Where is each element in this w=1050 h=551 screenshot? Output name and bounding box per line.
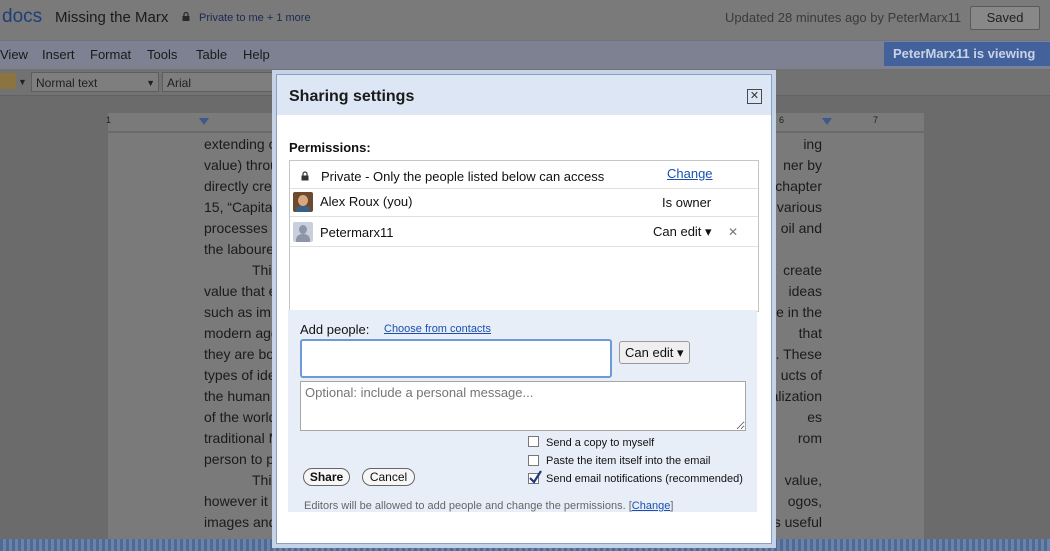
document-text-line: that bbox=[798, 325, 822, 341]
menu-table[interactable]: Table bbox=[196, 47, 227, 62]
document-text-line: directly cre bbox=[204, 178, 272, 194]
send-copy-label: Send a copy to myself bbox=[546, 437, 655, 449]
dialog-title: Sharing settings bbox=[289, 88, 415, 105]
choose-from-contacts-link[interactable]: Choose from contacts bbox=[384, 323, 491, 335]
list-item: Alex Roux (you) Is owner bbox=[290, 189, 758, 217]
font-select[interactable]: Arial bbox=[162, 72, 276, 92]
document-text-line: f various bbox=[769, 199, 822, 215]
document-text-line: This bbox=[252, 472, 279, 488]
person-name: Alex Roux (you) bbox=[320, 194, 413, 209]
document-text-line: they are bo bbox=[204, 346, 275, 362]
person-name: Petermarx11 bbox=[320, 225, 394, 240]
menu-insert[interactable]: Insert bbox=[42, 47, 75, 62]
personal-message-input[interactable] bbox=[300, 381, 746, 431]
lock-icon bbox=[182, 12, 190, 21]
privacy-status[interactable]: Private to me + 1 more bbox=[199, 12, 311, 24]
chevron-down-icon: ▼ bbox=[146, 78, 155, 88]
list-item: Petermarx11 Can edit ▾ ✕ bbox=[290, 218, 758, 247]
menu-view[interactable]: View bbox=[0, 47, 28, 62]
visibility-text: Private - Only the people listed below c… bbox=[321, 169, 605, 184]
document-text-line: however it bbox=[204, 493, 268, 509]
last-updated: Updated 28 minutes ago by PeterMarx11 bbox=[725, 10, 962, 25]
document-text-line: value, bbox=[784, 472, 822, 488]
document-text-line: rom bbox=[797, 430, 822, 446]
indent-marker-icon[interactable] bbox=[199, 118, 209, 126]
docs-logo[interactable]: docs bbox=[2, 6, 42, 28]
add-role-dropdown[interactable]: Can edit ▾ bbox=[619, 341, 690, 364]
document-text-line: . These bbox=[775, 346, 822, 362]
ruler-number: 7 bbox=[873, 115, 879, 125]
permissions-list: Private - Only the people listed below c… bbox=[289, 160, 759, 312]
document-text-line: ogos, bbox=[787, 493, 822, 509]
checkmark-icon bbox=[529, 470, 542, 484]
role-dropdown[interactable]: Can edit ▾ bbox=[653, 224, 712, 240]
document-text-line: such as im bbox=[204, 304, 271, 320]
list-item: Private - Only the people listed below c… bbox=[290, 161, 758, 189]
menu-format[interactable]: Format bbox=[90, 47, 131, 62]
chevron-down-icon[interactable]: ▼ bbox=[18, 77, 27, 87]
document-text-line: the laboure bbox=[204, 241, 275, 257]
document-text-line: extending c bbox=[204, 136, 276, 152]
notify-checkbox[interactable] bbox=[528, 470, 542, 484]
document-text-line: chapter bbox=[775, 178, 822, 194]
footnote-text: Editors will be allowed to add people an… bbox=[304, 500, 626, 512]
close-icon[interactable]: ✕ bbox=[747, 89, 762, 104]
document-text-line: of the world bbox=[204, 409, 277, 425]
document-text-line: ner by bbox=[783, 157, 822, 173]
document-title[interactable]: Missing the Marx bbox=[55, 9, 168, 26]
notify-label: Send email notifications (recommended) bbox=[546, 473, 743, 485]
document-text-line: 15, “Capita bbox=[204, 199, 273, 215]
permissions-label: Permissions: bbox=[289, 140, 371, 155]
saved-button[interactable]: Saved bbox=[970, 6, 1040, 30]
document-text-line: alization bbox=[770, 388, 822, 404]
remove-person-icon[interactable]: ✕ bbox=[728, 225, 738, 239]
change-visibility-link[interactable]: Change bbox=[667, 166, 713, 181]
add-people-label: Add people: bbox=[300, 322, 370, 337]
document-text-line: This bbox=[252, 262, 279, 278]
document-text-line: modern age bbox=[204, 325, 279, 341]
highlight-icon[interactable] bbox=[0, 73, 16, 89]
ruler-number: 1 bbox=[106, 115, 112, 125]
permissions-footnote: Editors will be allowed to add people an… bbox=[304, 500, 674, 512]
menu-tools[interactable]: Tools bbox=[147, 47, 177, 62]
document-text-line: traditional M bbox=[204, 430, 281, 446]
paste-item-label: Paste the item itself into the email bbox=[546, 455, 711, 467]
document-text-line: processes bbox=[204, 220, 268, 236]
ruler-number: 6 bbox=[779, 115, 785, 125]
change-permissions-link[interactable]: Change bbox=[632, 500, 671, 512]
document-text-line: types of ide bbox=[204, 367, 276, 383]
style-select[interactable]: Normal text ▼ bbox=[31, 72, 159, 92]
document-text-line: the human bbox=[204, 388, 271, 404]
document-text-line: person to p bbox=[204, 451, 275, 467]
cancel-button[interactable]: Cancel bbox=[362, 468, 415, 486]
style-select-value: Normal text bbox=[36, 76, 98, 90]
send-copy-checkbox[interactable] bbox=[528, 436, 539, 447]
document-text-line: ucts of bbox=[780, 367, 822, 383]
share-button[interactable]: Share bbox=[303, 468, 350, 486]
document-text-line: s useful bbox=[773, 514, 822, 530]
paste-item-checkbox[interactable] bbox=[528, 455, 539, 466]
font-select-value: Arial bbox=[167, 76, 192, 90]
document-text-line: value that e bbox=[204, 283, 277, 299]
document-text-line: create bbox=[783, 262, 822, 278]
document-text-line: oil and bbox=[780, 220, 822, 236]
document-text-line: value) throu bbox=[204, 157, 278, 173]
menu-help[interactable]: Help bbox=[243, 47, 270, 62]
document-text-line: ing bbox=[803, 136, 822, 152]
avatar bbox=[293, 192, 313, 212]
document-text-line: e in the bbox=[776, 304, 822, 320]
document-text-line: es bbox=[807, 409, 822, 425]
avatar bbox=[293, 222, 313, 242]
add-people-input[interactable] bbox=[300, 339, 612, 378]
viewing-badge: PeterMarx11 is viewing bbox=[884, 42, 1050, 66]
indent-marker-icon[interactable] bbox=[822, 118, 832, 126]
lock-icon bbox=[301, 171, 309, 181]
document-text-line: ideas bbox=[788, 283, 822, 299]
person-role: Is owner bbox=[662, 195, 712, 210]
document-text-line: images and bbox=[204, 514, 277, 530]
